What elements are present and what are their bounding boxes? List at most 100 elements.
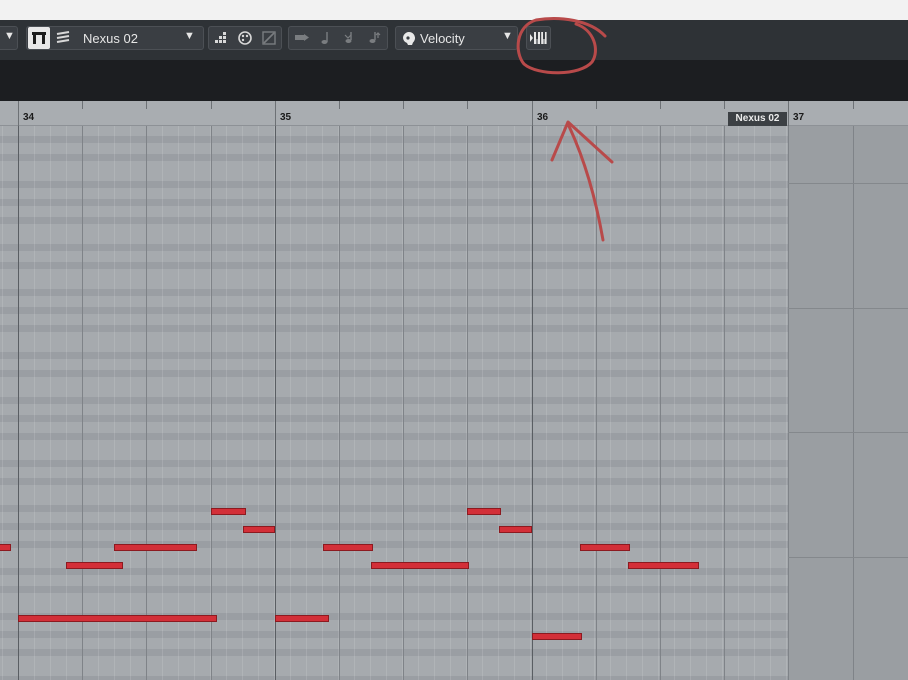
grid-line	[162, 126, 163, 680]
grid-line	[290, 126, 291, 680]
black-key-lane	[0, 262, 788, 269]
black-key-lane	[0, 136, 788, 143]
grid-line	[418, 126, 419, 680]
grid-line	[562, 126, 563, 680]
grid-line	[594, 126, 595, 680]
grid-line	[242, 126, 243, 680]
grid-line	[853, 126, 854, 680]
bar-number-36: 36	[537, 112, 549, 123]
tool-group-3	[288, 26, 388, 50]
midi-note[interactable]	[275, 615, 329, 622]
grid-line	[482, 126, 483, 680]
beat-line	[146, 126, 147, 680]
bar-tick	[532, 101, 533, 126]
grid-line	[578, 126, 579, 680]
legato-icon[interactable]	[291, 27, 313, 49]
grid-line	[626, 126, 627, 680]
beat-line	[403, 126, 404, 680]
controller-lane-chevron-down-icon: ▼	[502, 30, 513, 42]
grid-line	[658, 126, 659, 680]
midi-note[interactable]	[114, 544, 197, 551]
midi-note[interactable]	[580, 544, 630, 551]
grid-line	[786, 126, 787, 680]
beat-line	[660, 126, 661, 680]
beat-tick	[596, 101, 597, 109]
midi-note[interactable]	[18, 615, 217, 622]
grid-line	[690, 126, 691, 680]
midi-note[interactable]	[243, 526, 275, 533]
midi-note[interactable]	[211, 508, 246, 515]
black-key-lane	[0, 568, 788, 575]
grid-line	[546, 126, 547, 680]
window-top-strip	[0, 0, 908, 20]
grid-line	[354, 126, 355, 680]
grid-line	[2, 126, 3, 680]
grid-line	[450, 126, 451, 680]
bar-number-34: 34	[23, 112, 35, 123]
quantize-up-icon[interactable]	[363, 27, 385, 49]
controller-lane-selector[interactable]: Velocity ▼	[395, 26, 518, 50]
bar-number-37: 37	[793, 112, 805, 123]
chevron-down-icon: ▼	[4, 30, 15, 42]
beat-tick	[82, 101, 83, 109]
black-key-lane	[0, 289, 788, 296]
grid-line	[306, 126, 307, 680]
grid-line	[770, 126, 771, 680]
grid-line	[66, 126, 67, 680]
black-key-lane	[0, 199, 788, 206]
note-length-icon[interactable]	[315, 27, 337, 49]
color-palette-icon[interactable]	[234, 27, 256, 49]
multi-lane-tool-icon[interactable]	[52, 27, 74, 49]
midi-note[interactable]	[532, 633, 582, 640]
grid-line	[322, 126, 323, 680]
midi-note[interactable]	[0, 544, 11, 551]
midi-note[interactable]	[467, 508, 501, 515]
black-key-lane	[0, 370, 788, 377]
octave-line	[788, 432, 908, 433]
mute-tool-icon[interactable]	[258, 27, 280, 49]
outside-part-area	[788, 126, 908, 680]
beat-line	[82, 126, 83, 680]
grid-line	[530, 126, 531, 680]
object-selection-tool-icon[interactable]	[28, 27, 50, 49]
black-key-lane	[0, 352, 788, 359]
beat-line	[596, 126, 597, 680]
beat-line	[467, 126, 468, 680]
midi-note[interactable]	[628, 562, 699, 569]
black-key-lane	[0, 181, 788, 188]
black-key-lane	[0, 307, 788, 314]
bar-line	[532, 126, 533, 680]
black-key-lane	[0, 154, 788, 161]
track-selector-label[interactable]: Nexus 02	[83, 31, 138, 46]
note-grid[interactable]	[0, 126, 788, 680]
midi-note[interactable]	[371, 562, 469, 569]
beat-tick	[403, 101, 404, 109]
midi-note[interactable]	[499, 526, 532, 533]
black-key-lane	[0, 478, 788, 485]
bar-line	[18, 126, 19, 680]
beat-tick	[339, 101, 340, 109]
grid-line	[754, 126, 755, 680]
editor-toolbar: ▼ Nexus 02 ▼ Velocity ▼	[0, 20, 908, 60]
midi-note[interactable]	[323, 544, 373, 551]
quantize-down-icon[interactable]	[339, 27, 361, 49]
beat-tick	[660, 101, 661, 109]
octave-line	[788, 183, 908, 184]
grid-line	[706, 126, 707, 680]
beat-line	[339, 126, 340, 680]
black-key-lane	[0, 415, 788, 422]
part-end-label[interactable]: Nexus 02	[728, 112, 787, 126]
black-key-lane	[0, 505, 788, 512]
beat-tick	[211, 101, 212, 109]
velocity-head-icon	[398, 27, 420, 49]
beat-line	[211, 126, 212, 680]
left-dropdown[interactable]: ▼	[0, 26, 18, 50]
chord-tool-icon[interactable]	[210, 27, 232, 49]
bar-tick	[788, 101, 789, 126]
step-input-keyboard-button[interactable]	[526, 26, 551, 50]
grid-line	[434, 126, 435, 680]
track-selector-chevron-down-icon[interactable]: ▼	[184, 30, 195, 42]
tool-group-1: Nexus 02 ▼	[26, 26, 204, 50]
midi-note[interactable]	[66, 562, 123, 569]
grid-line	[258, 126, 259, 680]
